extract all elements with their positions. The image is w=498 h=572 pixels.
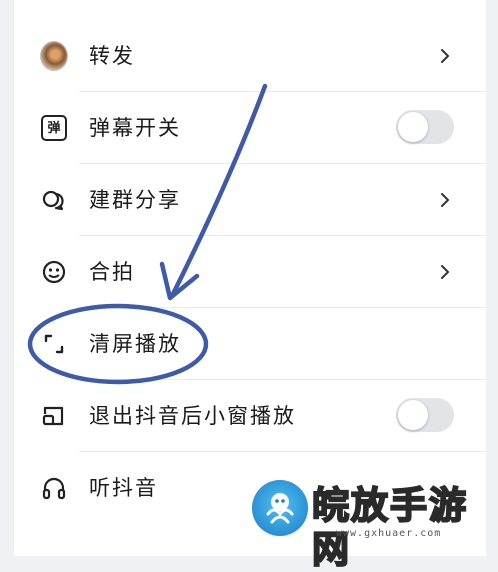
menu-item-label: 退出抖音后小窗播放 [89,404,296,428]
chevron-right-icon [441,265,449,279]
menu-item-label: 合拍 [89,260,135,284]
forward-avatar [40,41,68,71]
menu-item-clear-screen[interactable]: 清屏播放 [14,308,486,380]
menu-item-danmu: 弹 弹幕开关 [14,92,486,164]
headphones-icon [42,477,66,500]
danmu-toggle[interactable] [396,110,454,144]
menu-item-label: 建群分享 [89,188,181,212]
danmu-icon: 弹 [40,114,68,142]
menu-item-forward[interactable]: 转发 [14,20,486,92]
menu-item-label: 弹幕开关 [89,116,181,140]
watermark-url: www.gxhuaer.com [336,528,442,539]
menu-item-pip: 退出抖音后小窗播放 [14,380,486,452]
menu-item-label: 转发 [89,44,135,68]
chevron-right-icon [441,49,449,63]
site-watermark: 皖放手游网 www.gxhuaer.com [248,478,498,572]
menu-item-label: 听抖音 [89,476,158,500]
clear-screen-icon [44,334,64,354]
pip-toggle[interactable] [396,398,454,432]
watermark-logo [252,480,308,536]
share-menu-panel: 转发 弹 弹幕开关 建群分享 合拍 清屏播放 退出抖音后小窗播放 听抖音 [14,0,486,556]
chevron-right-icon [441,193,449,207]
menu-item-duet[interactable]: 合拍 [14,236,486,308]
picture-in-picture-icon [42,406,64,426]
duet-icon [42,260,66,284]
menu-item-label: 清屏播放 [89,332,181,356]
group-share-icon [42,190,64,211]
menu-item-group-share[interactable]: 建群分享 [14,164,486,236]
